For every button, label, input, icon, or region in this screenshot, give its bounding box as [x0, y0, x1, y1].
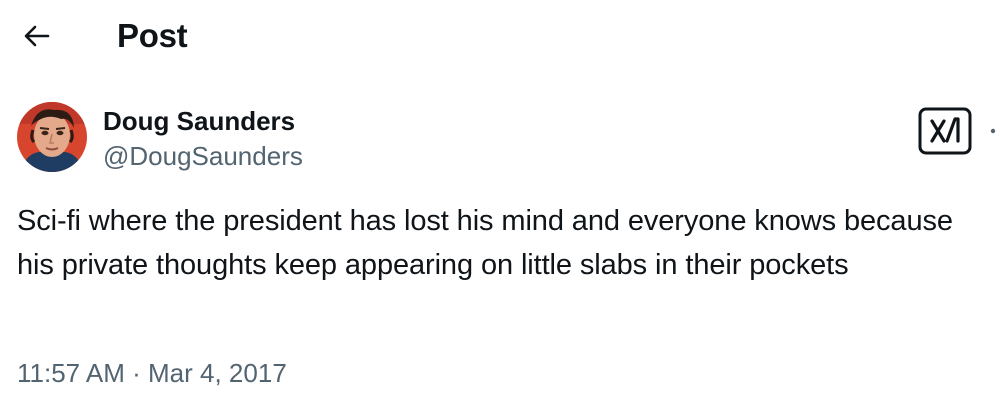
avatar[interactable]: [17, 102, 87, 172]
arrow-left-icon: [24, 25, 50, 47]
more-options-button[interactable]: [985, 120, 1000, 142]
page-title: Post: [117, 17, 188, 54]
profile-avatar-image: [17, 102, 87, 172]
post-header: Post: [0, 0, 1000, 72]
grok-button[interactable]: [918, 107, 972, 155]
post-timestamp[interactable]: 11:57 AM · Mar 4, 2017: [17, 355, 287, 391]
author-name[interactable]: Doug Saunders: [103, 104, 295, 138]
author-handle[interactable]: @DougSaunders: [103, 139, 303, 173]
grok-icon: [918, 107, 972, 155]
post-text: Sci-fi where the president has lost his …: [17, 205, 953, 281]
back-button[interactable]: [16, 16, 56, 56]
more-options-icon: [990, 128, 996, 134]
